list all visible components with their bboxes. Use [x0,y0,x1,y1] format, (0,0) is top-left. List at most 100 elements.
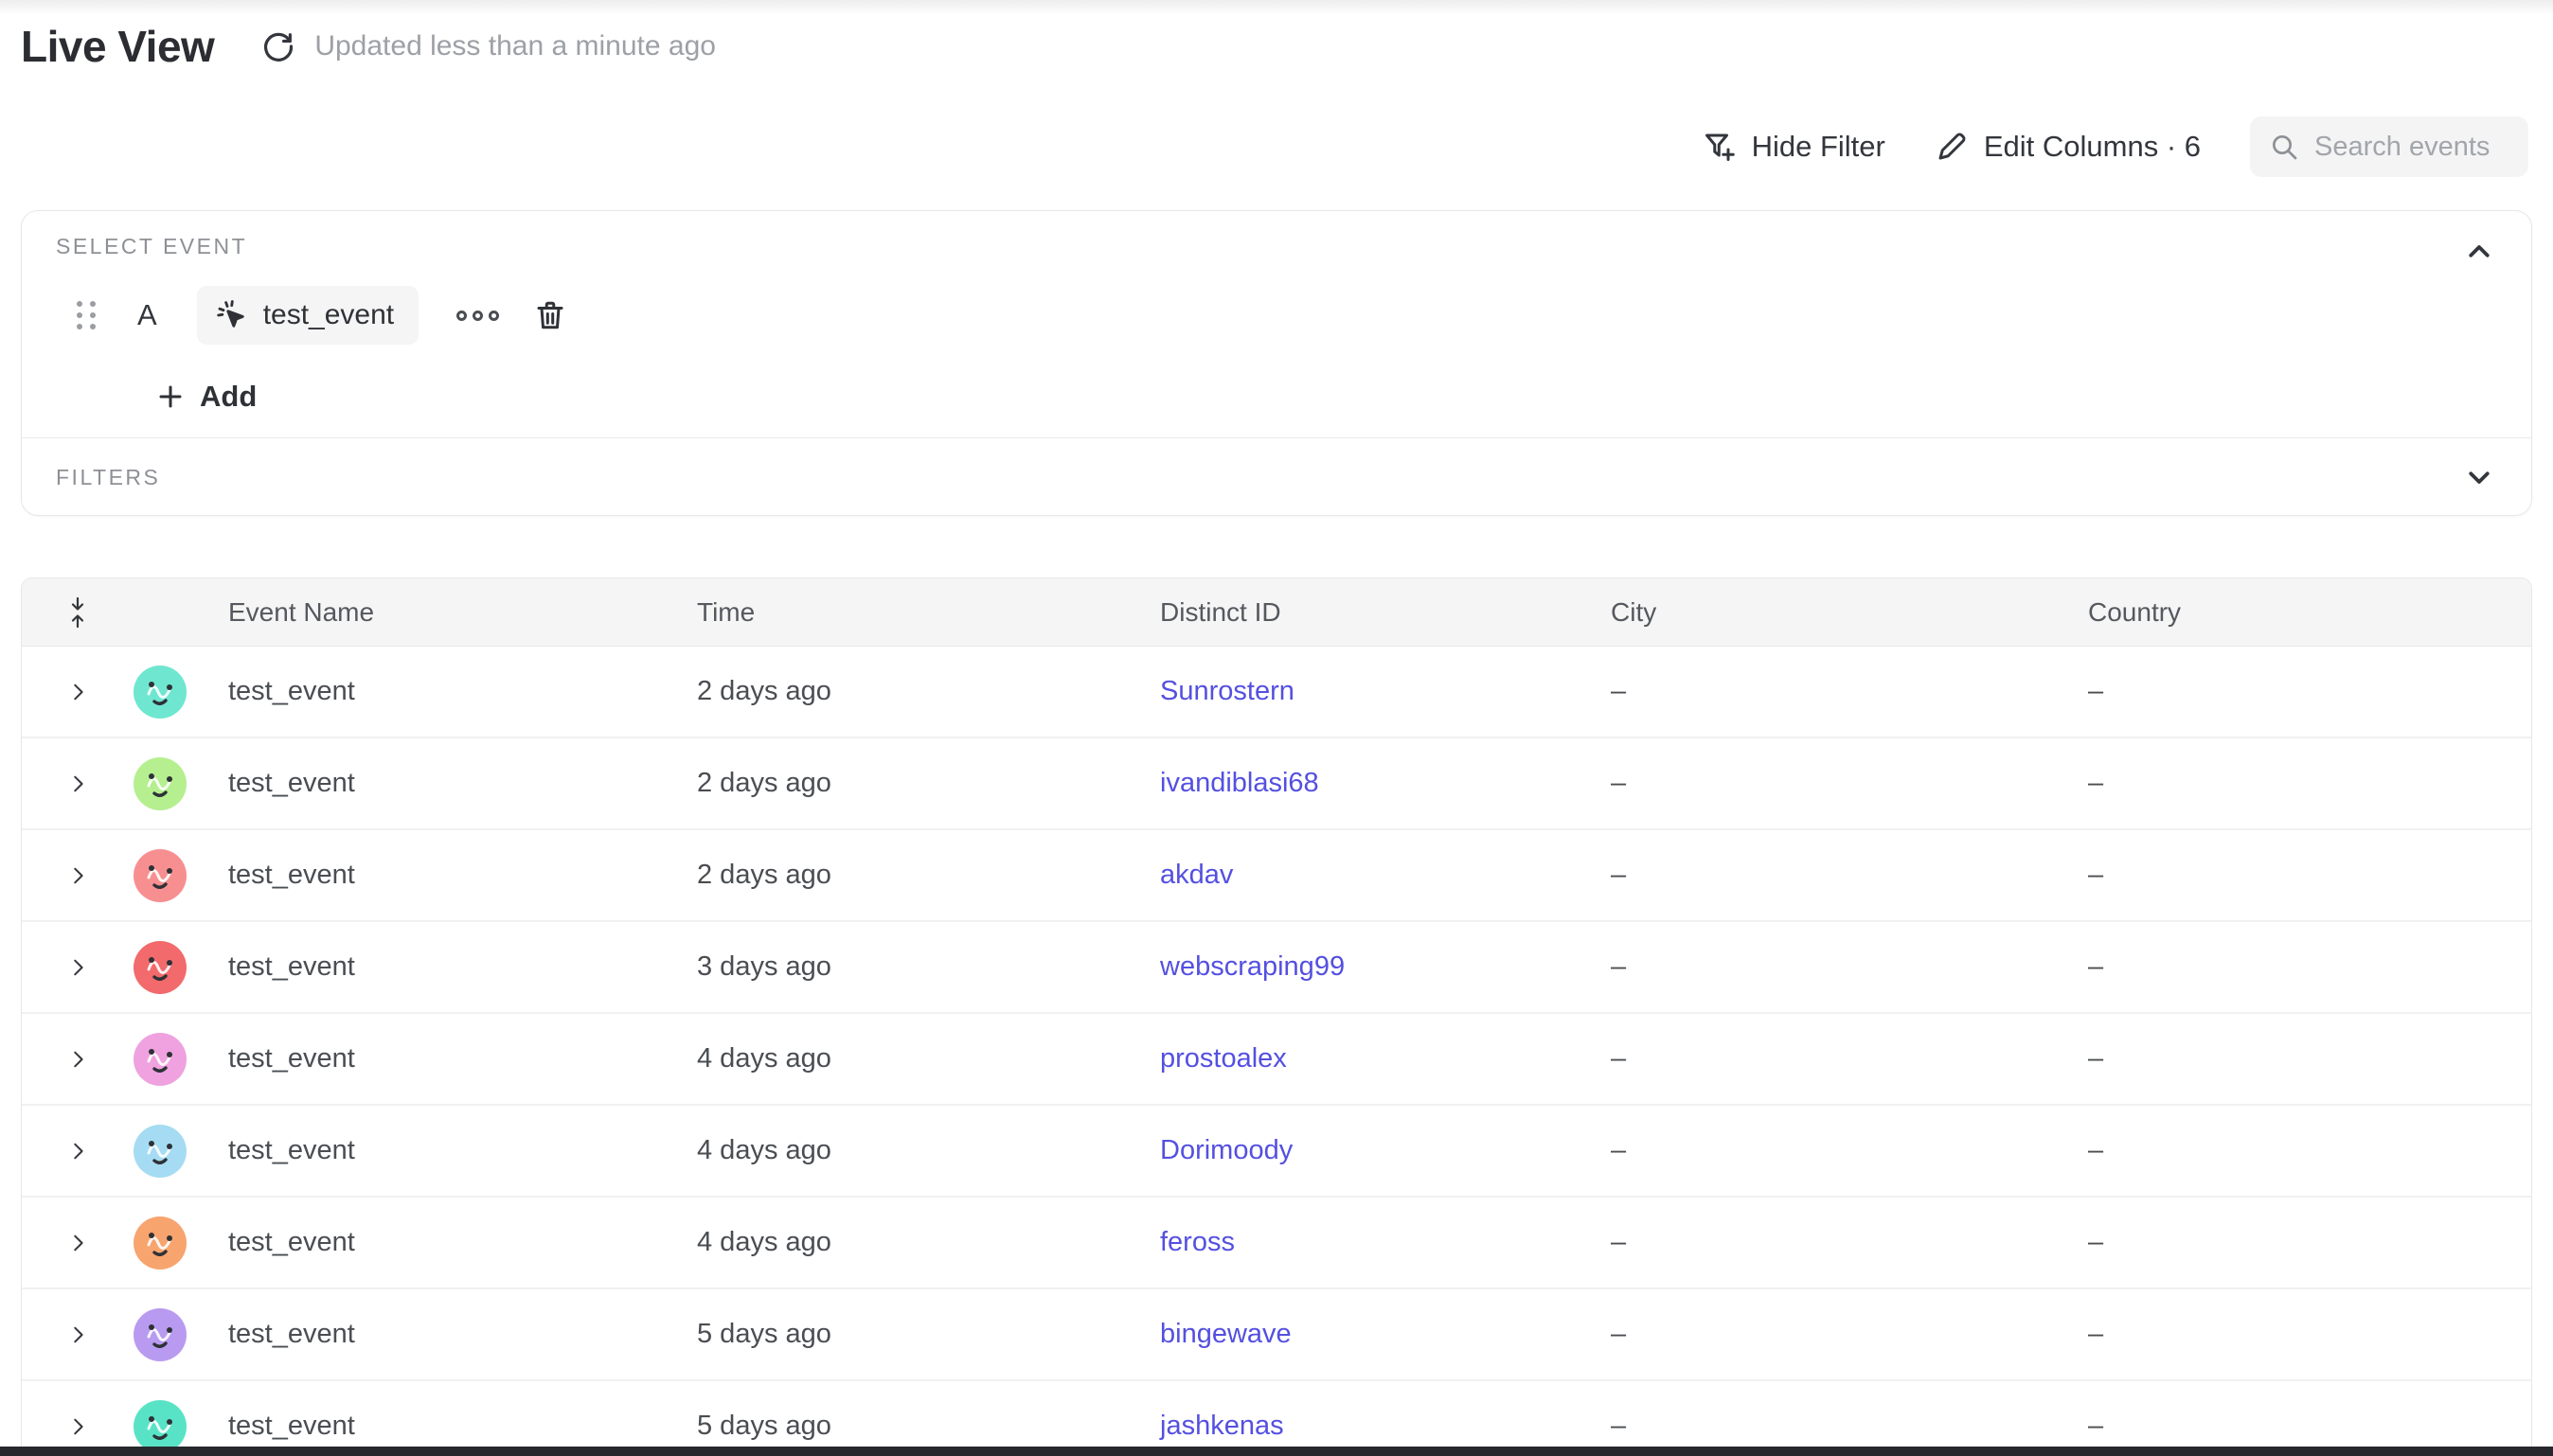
event-name-cell: test_event [228,1135,697,1166]
event-chip[interactable]: test_event [197,286,419,345]
drag-handle[interactable] [77,301,96,329]
refresh-icon [260,28,296,64]
time-cell: 4 days ago [697,1227,1160,1258]
toolbar: Hide Filter Edit Columns · 6 [1703,115,2528,178]
delete-event-button[interactable] [533,298,567,332]
page-title: Live View [21,21,214,72]
filters-expand-button[interactable] [2465,463,2493,491]
chevron-right-icon [67,1233,88,1253]
chevron-right-icon [67,1049,88,1070]
edit-columns-button[interactable]: Edit Columns · 6 [1935,130,2201,164]
event-name-cell: test_event [228,951,697,983]
event-name-cell: test_event [228,768,697,799]
distinct-id-link[interactable]: Dorimoody [1160,1135,1293,1165]
event-chip-label: test_event [263,299,394,331]
time-cell: 2 days ago [697,860,1160,891]
city-cell: – [1611,1227,2088,1258]
column-header-country[interactable]: Country [2088,597,2531,628]
event-name-cell: test_event [228,1319,697,1350]
city-cell: – [1611,1135,2088,1166]
table-header-row: Event Name Time Distinct ID City Country [22,578,2531,647]
city-cell: – [1611,676,2088,707]
distinct-id-link[interactable]: prostoalex [1160,1043,1287,1074]
city-cell: – [1611,1411,2088,1442]
top-edge-gradient [0,0,2553,15]
column-header-city[interactable]: City [1611,597,2088,628]
city-cell: – [1611,860,2088,891]
event-name-cell: test_event [228,1043,697,1074]
time-cell: 4 days ago [697,1043,1160,1074]
filter-plus-icon [1703,130,1737,164]
table-body: test_event2 days agoSunrostern––test_eve… [22,647,2531,1456]
column-header-event-name[interactable]: Event Name [228,597,697,628]
time-cell: 2 days ago [697,676,1160,707]
row-expand-button[interactable] [60,1133,96,1169]
country-cell: – [2088,1227,2531,1258]
distinct-id-link[interactable]: feross [1160,1227,1235,1257]
query-builder-card: SELECT EVENT A test_event [21,210,2532,516]
user-avatar[interactable] [134,1216,187,1270]
chevron-right-icon [67,1324,88,1345]
edit-columns-label: Edit Columns · 6 [1984,130,2201,164]
hide-filter-label: Hide Filter [1752,130,1885,164]
column-header-time[interactable]: Time [697,597,1160,628]
city-cell: – [1611,1319,2088,1350]
row-expand-button[interactable] [60,950,96,985]
select-event-label: SELECT EVENT [56,234,247,259]
distinct-id-link[interactable]: bingewave [1160,1319,1292,1349]
time-cell: 5 days ago [697,1319,1160,1350]
series-letter: A [137,298,157,332]
row-expand-button[interactable] [60,1225,96,1261]
user-avatar[interactable] [134,757,187,810]
events-table: Event Name Time Distinct ID City Country… [21,577,2532,1456]
time-cell: 5 days ago [697,1411,1160,1442]
row-expand-button[interactable] [60,1041,96,1077]
distinct-id-link[interactable]: ivandiblasi68 [1160,768,1319,798]
table-row: test_event2 days agoakdav–– [22,830,2531,922]
row-expand-button[interactable] [60,1409,96,1445]
event-options-button[interactable] [451,305,505,327]
distinct-id-link[interactable]: webscraping99 [1160,951,1345,982]
user-avatar[interactable] [134,941,187,994]
distinct-id-link[interactable]: jashkenas [1160,1411,1284,1441]
user-avatar[interactable] [134,1400,187,1453]
table-row: test_event4 days agoprostoalex–– [22,1014,2531,1106]
distinct-id-link[interactable]: Sunrostern [1160,676,1294,706]
row-expand-button[interactable] [60,674,96,710]
city-cell: – [1611,768,2088,799]
country-cell: – [2088,1135,2531,1166]
user-avatar[interactable] [134,666,187,719]
user-avatar[interactable] [134,1125,187,1178]
column-header-distinct-id[interactable]: Distinct ID [1160,597,1611,628]
refresh-button[interactable] [259,27,297,65]
user-avatar[interactable] [134,849,187,902]
user-avatar[interactable] [134,1033,187,1086]
updated-status: Updated less than a minute ago [314,30,716,62]
chevron-up-icon [2465,238,2493,266]
row-expand-button[interactable] [60,766,96,802]
country-cell: – [2088,860,2531,891]
row-expand-button[interactable] [60,1317,96,1353]
event-name-cell: test_event [228,676,697,707]
row-expand-button[interactable] [60,858,96,894]
search-box[interactable] [2250,116,2528,177]
search-input[interactable] [2314,132,2504,163]
hide-filter-button[interactable]: Hide Filter [1703,130,1885,164]
chevron-right-icon [67,773,88,794]
ellipsis-icon [456,311,467,321]
country-cell: – [2088,1411,2531,1442]
page-header: Live View Updated less than a minute ago [21,21,716,72]
cursor-click-icon [216,299,248,331]
table-row: test_event4 days agoDorimoody–– [22,1106,2531,1198]
plus-icon [156,382,185,411]
table-row: test_event5 days agojashkenas–– [22,1381,2531,1456]
country-cell: – [2088,951,2531,983]
distinct-id-link[interactable]: akdav [1160,860,1233,890]
chevron-right-icon [67,682,88,702]
select-event-collapse-button[interactable] [2465,238,2493,266]
trash-icon [533,298,567,332]
collapse-all-button[interactable] [22,596,134,629]
city-cell: – [1611,1043,2088,1074]
user-avatar[interactable] [134,1308,187,1361]
add-event-button[interactable]: Add [156,380,257,414]
